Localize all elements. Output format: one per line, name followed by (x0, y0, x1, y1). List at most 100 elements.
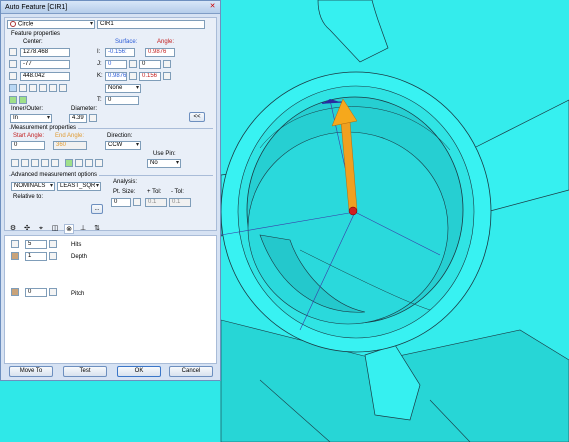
end-angle-label: End Angle: (55, 133, 85, 139)
contact-icon[interactable]: ◫ (50, 224, 60, 234)
k-angle-field[interactable]: 0.156 (139, 72, 161, 81)
auto-wrist-icon[interactable] (85, 159, 93, 167)
feature-type-select[interactable]: Circle (7, 20, 95, 29)
j-surface-flip-icon[interactable] (129, 60, 137, 68)
surface-label: Surface: (115, 39, 138, 45)
diameter-label: Diameter: (71, 106, 98, 112)
hits-icon[interactable]: ⊗ (64, 224, 74, 234)
pt-size-spin-icon[interactable] (133, 198, 141, 206)
sampling-icon[interactable]: ⇅ (92, 224, 102, 234)
auto-feature-dialog: Auto Feature [CIR1] ✕ Circle CIR1 Featur… (0, 0, 221, 381)
j-angle-field[interactable]: 0 (139, 60, 161, 69)
center-label: Center: (23, 39, 43, 45)
z-icon[interactable] (9, 72, 17, 80)
t-field[interactable]: 0 (105, 96, 139, 105)
pt-size-field[interactable]: 0 (111, 198, 131, 207)
direction-label: Direction: (107, 133, 133, 139)
path-icon[interactable]: ⌖ (36, 224, 46, 234)
cancel-button[interactable]: Cancel (169, 366, 213, 377)
inner-outer-label: Inner/Outer: (11, 106, 44, 112)
close-icon[interactable]: ✕ (208, 3, 217, 11)
hits-spin-icon[interactable] (49, 240, 57, 248)
feature-id-field[interactable]: CIR1 (97, 20, 205, 29)
point-mode-icon[interactable] (9, 84, 17, 92)
x-field[interactable]: 1278.468 (20, 48, 70, 57)
probe-orient-icon[interactable] (59, 84, 67, 92)
probe-toggle-icon[interactable] (11, 159, 19, 167)
feature-type-value: Circle (18, 21, 34, 28)
cad-select-icon[interactable] (39, 84, 47, 92)
show-hits-icon[interactable] (95, 159, 103, 167)
use-pin-label: Use Pin: (153, 151, 176, 157)
j-surface-field[interactable]: 0 (105, 60, 127, 69)
measurement-properties-heading: Measurement properties (11, 125, 79, 132)
execution-icon[interactable]: ⊥ (78, 224, 88, 234)
options-tab-strip: ⚙ ✣ ⌖ ◫ ⊗ ⊥ ⇅ (4, 223, 217, 235)
plus-tol-label: + Tol: (147, 189, 162, 195)
fit-select[interactable]: LEAST_SQR (57, 182, 101, 191)
pitch-spin-icon[interactable] (49, 288, 57, 296)
z-field[interactable]: 448.042 (20, 72, 70, 81)
feature-panel: Circle CIR1 Feature properties Center: S… (4, 17, 217, 231)
depth-field[interactable]: 1 (25, 252, 47, 261)
measure-now-icon[interactable] (9, 96, 17, 104)
nominals-select[interactable]: NOMINALS (11, 182, 55, 191)
wrist-toggle-icon[interactable] (21, 159, 29, 167)
vector-mode-select[interactable]: None (105, 84, 141, 93)
i-label: I: (97, 49, 101, 55)
direction-select[interactable]: CCW (105, 141, 141, 150)
circle-icon (10, 21, 16, 27)
scan-icon[interactable] (49, 84, 57, 92)
feature-properties-heading: Feature properties (11, 31, 61, 37)
pitch-field[interactable]: 0 (25, 288, 47, 297)
y-icon[interactable] (9, 60, 17, 68)
pitch-label: Pitch (71, 291, 85, 297)
use-pin-select[interactable]: No (147, 159, 181, 168)
hits-panel: 5 Hits 1 Depth 0 Pitch (4, 235, 217, 364)
x-icon[interactable] (9, 48, 17, 56)
diameter-spin-icon[interactable] (89, 114, 97, 122)
window-title: Auto Feature [CIR1] (5, 4, 68, 11)
depth-toggle-icon[interactable] (41, 159, 49, 167)
clearance-icon[interactable] (65, 159, 73, 167)
angle-toggle-icon[interactable] (31, 159, 39, 167)
i-angle-field[interactable]: 0.9876 (145, 48, 175, 57)
start-angle-label: Start Angle: (13, 133, 45, 139)
plus-tol-field[interactable]: 0.1 (145, 198, 167, 207)
settings-icon[interactable]: ⚙ (8, 224, 18, 234)
i-surface-field[interactable]: -0.156: (105, 48, 135, 57)
test-button[interactable]: Test (63, 366, 107, 377)
y-field[interactable]: -77 (20, 60, 70, 69)
k-label: K: (97, 73, 103, 79)
diameter-field[interactable]: 4.39 (69, 114, 87, 123)
sample-hits-icon[interactable] (75, 159, 83, 167)
minus-tol-label: - Tol: (171, 189, 184, 195)
dialog-titlebar[interactable]: Auto Feature [CIR1] ✕ (1, 1, 220, 14)
hits-field[interactable]: 5 (25, 240, 47, 249)
start-angle-field[interactable]: 0 (11, 141, 45, 150)
apply-icon[interactable] (19, 96, 27, 104)
t-label: T: (97, 97, 102, 103)
hits-grid-icon (11, 240, 19, 248)
analysis-label: Analysis: (113, 179, 138, 185)
minus-tol-field[interactable]: 0.1 (169, 198, 191, 207)
j-angle-flip-icon[interactable] (163, 60, 171, 68)
depth-icon (11, 252, 19, 260)
ok-button[interactable]: OK (117, 366, 161, 377)
read-position-icon[interactable] (29, 84, 37, 92)
probe-point-icon[interactable] (348, 206, 358, 216)
depth-label: Depth (71, 254, 88, 260)
browse-button[interactable]: ... (91, 204, 103, 214)
end-angle-field[interactable]: 360 (53, 141, 87, 150)
probe-icon[interactable]: ✣ (22, 224, 32, 234)
collapse-button[interactable]: << (189, 112, 205, 122)
j-label: J: (97, 61, 102, 67)
depth-spin-icon[interactable] (49, 252, 57, 260)
circle-toggle-icon[interactable] (51, 159, 59, 167)
k-surface-flip-icon[interactable] (129, 72, 137, 80)
inner-outer-select[interactable]: In (10, 114, 52, 123)
move-to-button[interactable]: Move To (9, 366, 53, 377)
k-angle-flip-icon[interactable] (163, 72, 171, 80)
find-nominal-icon[interactable] (19, 84, 27, 92)
k-surface-field[interactable]: 0.9876 (105, 72, 127, 81)
